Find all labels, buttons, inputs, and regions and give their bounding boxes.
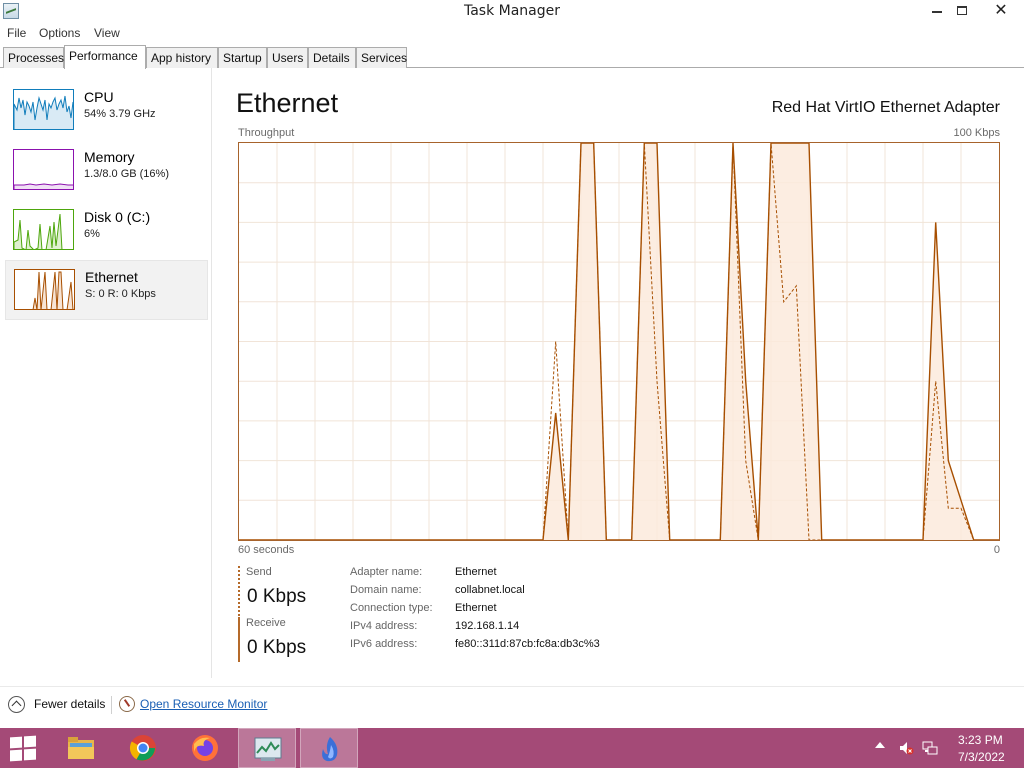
taskbar-task-manager[interactable] <box>238 728 296 768</box>
graph-max-label: 100 Kbps <box>953 127 1000 139</box>
task-manager-window: Task Manager ✕ File Options View Process… <box>0 0 1024 728</box>
tab-services[interactable]: Services <box>356 47 407 68</box>
window-title: Task Manager <box>463 3 561 19</box>
prop-value: Ethernet <box>455 566 497 578</box>
windows-logo-icon <box>24 748 36 761</box>
sidebar-item-ethernet[interactable]: Ethernet S: 0 R: 0 Kbps <box>5 260 208 320</box>
prop-key: Adapter name: <box>350 566 423 578</box>
prop-key: IPv6 address: <box>350 638 418 650</box>
page-title: Ethernet <box>236 88 339 118</box>
fewer-details-button[interactable]: Fewer details <box>34 697 105 711</box>
prop-key: IPv4 address: <box>350 620 418 632</box>
flame-app-icon <box>322 737 338 762</box>
performance-sidebar: CPU 54% 3.79 GHz Memory 1.3/8.0 GB (16%)… <box>0 68 212 678</box>
send-value: 0 Kbps <box>247 586 307 607</box>
windows-logo-icon <box>10 736 22 749</box>
taskbar: 3:23 PM 7/3/2022 <box>0 728 1024 768</box>
sidebar-memory-name: Memory <box>84 149 135 165</box>
prop-key: Domain name: <box>350 584 422 596</box>
tab-bar: Processes Performance App history Startu… <box>0 45 1024 69</box>
tab-startup[interactable]: Startup <box>218 47 267 68</box>
show-hidden-icons-arrow-icon[interactable] <box>875 742 885 748</box>
taskbar-chrome[interactable] <box>114 728 172 768</box>
cpu-thumbnail-graph <box>13 89 74 130</box>
close-button[interactable]: ✕ <box>981 0 1021 22</box>
prop-value: collabnet.local <box>455 584 525 596</box>
prop-value: fe80::311d:87cb:fc8a:db3c%3 <box>455 638 600 650</box>
footer-bar: Fewer details Open Resource Monitor <box>0 686 1024 726</box>
maximize-button[interactable] <box>945 0 979 22</box>
clock-date[interactable]: 7/3/2022 <box>958 750 1005 764</box>
minimize-icon <box>932 11 942 13</box>
receive-value: 0 Kbps <box>247 637 307 658</box>
menu-options[interactable]: Options <box>39 26 80 40</box>
sidebar-item-disk[interactable]: Disk 0 (C:) 6% <box>5 201 208 261</box>
throughput-chart-svg <box>239 142 999 541</box>
sidebar-memory-value: 1.3/8.0 GB (16%) <box>84 168 169 180</box>
sidebar-disk-name: Disk 0 (C:) <box>84 209 151 225</box>
resource-monitor-icon <box>119 696 135 712</box>
prop-key: Connection type: <box>350 602 433 614</box>
prop-value: Ethernet <box>455 602 497 614</box>
receive-stat: Receive 0 Kbps <box>238 617 328 662</box>
tab-details[interactable]: Details <box>308 47 356 68</box>
prop-value: 192.168.1.14 <box>455 620 520 632</box>
close-icon: ✕ <box>994 0 1008 19</box>
menu-bar: File Options View <box>0 24 1024 44</box>
send-stat: Send 0 Kbps <box>238 566 328 616</box>
windows-logo-icon <box>24 735 36 748</box>
disk-thumbnail-graph <box>13 209 74 250</box>
receive-label: Receive <box>246 617 286 629</box>
menu-view[interactable]: View <box>94 26 120 40</box>
tab-app-history[interactable]: App history <box>146 47 218 68</box>
start-button[interactable] <box>10 735 38 762</box>
folder-icon <box>68 737 94 759</box>
memory-thumbnail-graph <box>13 149 74 190</box>
taskbar-file-explorer[interactable] <box>52 728 110 768</box>
ethernet-thumbnail-graph <box>14 269 75 310</box>
send-label: Send <box>246 566 272 578</box>
sidebar-ethernet-name: Ethernet <box>85 269 138 285</box>
footer-divider <box>111 696 112 714</box>
x-axis-left-label: 60 seconds <box>238 544 295 556</box>
sidebar-cpu-value: 54% 3.79 GHz <box>84 108 156 120</box>
clock-time[interactable]: 3:23 PM <box>958 733 1003 747</box>
network-icon[interactable] <box>922 740 938 756</box>
taskbar-app[interactable] <box>300 728 358 768</box>
adapter-description: Red Hat VirtIO Ethernet Adapter <box>771 99 1000 116</box>
sidebar-item-memory[interactable]: Memory 1.3/8.0 GB (16%) <box>5 141 208 201</box>
maximize-icon <box>957 6 967 15</box>
windows-logo-icon <box>10 749 22 762</box>
sidebar-item-cpu[interactable]: CPU 54% 3.79 GHz <box>5 81 208 141</box>
title-bar[interactable]: Task Manager ✕ <box>0 0 1024 24</box>
graph-label: Throughput <box>238 127 295 139</box>
firefox-icon <box>192 735 218 761</box>
graph-grid <box>239 143 999 540</box>
tab-processes[interactable]: Processes <box>3 47 64 68</box>
tab-performance[interactable]: Performance <box>64 45 146 69</box>
x-axis-right-label: 0 <box>993 544 1000 556</box>
open-resource-monitor-link[interactable]: Open Resource Monitor <box>140 697 267 711</box>
sidebar-ethernet-value: S: 0 R: 0 Kbps <box>85 288 156 300</box>
sidebar-cpu-name: CPU <box>84 89 114 105</box>
chevron-up-icon[interactable] <box>8 696 25 713</box>
throughput-graph <box>238 142 1000 541</box>
taskbar-firefox[interactable] <box>176 728 234 768</box>
speaker-muted-icon[interactable] <box>898 740 914 756</box>
tab-users[interactable]: Users <box>267 47 308 68</box>
chrome-icon <box>129 735 156 761</box>
sidebar-disk-value: 6% <box>84 228 100 240</box>
task-manager-icon <box>254 737 282 761</box>
menu-file[interactable]: File <box>7 26 26 40</box>
